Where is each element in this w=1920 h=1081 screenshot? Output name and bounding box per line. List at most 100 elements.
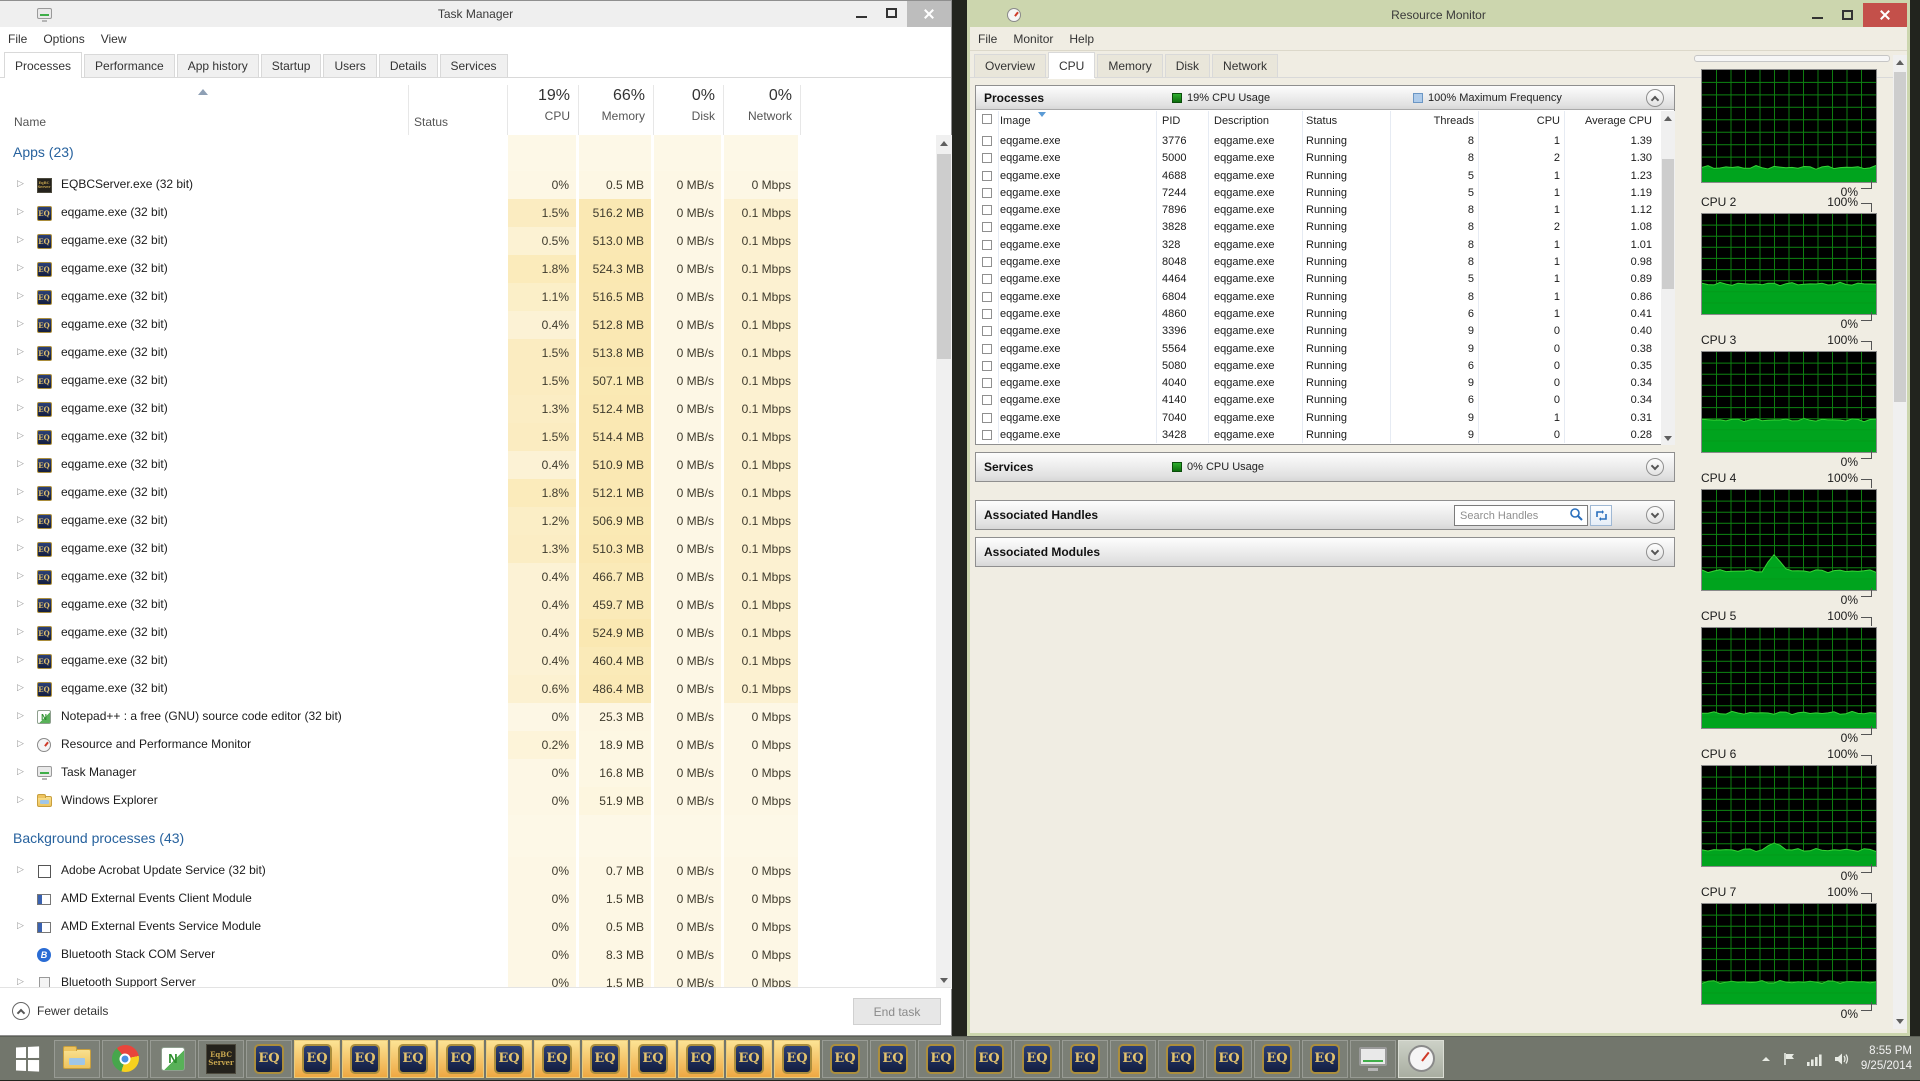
process-row[interactable]: ▷EQeqgame.exe (32 bit)1.3%510.3 MB0 MB/s… — [0, 535, 936, 563]
tm-minimize-button[interactable] — [847, 1, 877, 27]
process-row[interactable]: ▷NNotepad++ : a free (GNU) source code e… — [0, 703, 936, 731]
taskbar-button-eq-alert[interactable]: EQ — [582, 1040, 628, 1078]
process-row[interactable]: ▷EQeqgame.exe (32 bit)1.3%512.4 MB0 MB/s… — [0, 395, 936, 423]
taskbar-button-notepadpp[interactable]: N — [150, 1040, 196, 1078]
tm-menu-item-options[interactable]: Options — [35, 29, 92, 49]
row-checkbox[interactable] — [982, 222, 992, 232]
expand-arrow-icon[interactable]: ▷ — [17, 794, 24, 805]
expand-arrow-icon[interactable]: ▷ — [17, 570, 24, 581]
process-row[interactable]: ▷Task Manager0%16.8 MB0 MB/s0 Mbps — [0, 759, 936, 787]
taskbar-button-eq[interactable]: EQ — [1014, 1040, 1060, 1078]
taskbar-button-explorer[interactable] — [54, 1040, 100, 1078]
rm-column-header-cpu[interactable]: CPU — [1480, 115, 1560, 127]
process-row[interactable]: ▷Adobe Acrobat Update Service (32 bit)0%… — [0, 857, 936, 885]
process-row[interactable]: ▷EQeqgame.exe (32 bit)1.8%512.1 MB0 MB/s… — [0, 479, 936, 507]
tm-tab-startup[interactable]: Startup — [261, 54, 322, 78]
process-row[interactable]: ▷EQeqgame.exe (32 bit)0.6%486.4 MB0 MB/s… — [0, 675, 936, 703]
process-row[interactable]: ▷EQeqgame.exe (32 bit)0.4%524.9 MB0 MB/s… — [0, 619, 936, 647]
process-row[interactable]: ▷EQeqgame.exe (32 bit)1.1%516.5 MB0 MB/s… — [0, 283, 936, 311]
rm-processes-collapse-button[interactable] — [1646, 89, 1664, 107]
rm-scroll-up-icon[interactable] — [1661, 111, 1675, 125]
end-task-button[interactable]: End task — [853, 998, 941, 1025]
expand-arrow-icon[interactable]: ▷ — [17, 654, 24, 665]
expand-arrow-icon[interactable]: ▷ — [17, 178, 24, 189]
expand-arrow-icon[interactable]: ▷ — [17, 402, 24, 413]
tm-column-header-cpu[interactable]: 19%CPU — [507, 79, 577, 135]
process-row[interactable]: BBluetooth Stack COM Server0%8.3 MB0 MB/… — [0, 941, 936, 969]
taskbar-button-eq-alert[interactable]: EQ — [390, 1040, 436, 1078]
rm-handles-expand-button[interactable] — [1646, 506, 1664, 524]
row-checkbox[interactable] — [982, 413, 992, 423]
process-row[interactable]: eqgame.exe4860eqgame.exeRunning610.41 — [976, 306, 1674, 323]
row-checkbox[interactable] — [982, 344, 992, 354]
process-row[interactable]: eqgame.exe4464eqgame.exeRunning510.89 — [976, 271, 1674, 288]
row-checkbox[interactable] — [982, 326, 992, 336]
process-row[interactable]: eqgame.exe3428eqgame.exeRunning900.28 — [976, 427, 1674, 444]
process-row[interactable]: eqgame.exe7040eqgame.exeRunning910.31 — [976, 410, 1674, 427]
row-checkbox[interactable] — [982, 240, 992, 250]
rm-graphs-scroll-thumb[interactable] — [1894, 72, 1906, 402]
taskbar-button-eq-alert[interactable]: EQ — [438, 1040, 484, 1078]
taskbar-button-resourcemonitor-active[interactable] — [1398, 1040, 1444, 1078]
volume-icon[interactable] — [1834, 1052, 1850, 1066]
tm-scrollbar[interactable] — [936, 135, 952, 989]
process-row[interactable]: ▷EQeqgame.exe (32 bit)1.5%514.4 MB0 MB/s… — [0, 423, 936, 451]
tm-column-header-name[interactable]: Name — [14, 115, 46, 129]
rm-tab-overview[interactable]: Overview — [974, 54, 1046, 78]
process-row[interactable]: ▷Bluetooth Support Server0%1.5 MB0 MB/s0… — [0, 969, 936, 989]
rm-tab-disk[interactable]: Disk — [1165, 54, 1210, 78]
expand-arrow-icon[interactable]: ▷ — [17, 598, 24, 609]
process-row[interactable]: eqgame.exe5564eqgame.exeRunning900.38 — [976, 341, 1674, 358]
expand-arrow-icon[interactable]: ▷ — [17, 920, 24, 931]
rm-scroll-down-icon[interactable] — [1661, 431, 1675, 445]
refresh-handles-icon[interactable] — [1590, 505, 1612, 526]
rm-column-header-threads[interactable]: Threads — [1396, 115, 1474, 127]
tm-column-header-memory[interactable]: 66%Memory — [578, 79, 652, 135]
tm-tab-processes[interactable]: Processes — [4, 52, 82, 78]
taskbar-button-eq[interactable]: EQ — [1062, 1040, 1108, 1078]
taskbar-button-eq-alert[interactable]: EQ — [294, 1040, 340, 1078]
process-row[interactable]: ▷EQeqgame.exe (32 bit)0.4%460.4 MB0 MB/s… — [0, 647, 936, 675]
expand-arrow-icon[interactable]: ▷ — [17, 458, 24, 469]
process-row[interactable]: ▷AMD External Events Service Module0%0.5… — [0, 913, 936, 941]
start-button[interactable] — [2, 1040, 52, 1078]
process-row[interactable]: ▷Resource and Performance Monitor0.2%18.… — [0, 731, 936, 759]
expand-arrow-icon[interactable]: ▷ — [17, 318, 24, 329]
tray-overflow-chevron-icon[interactable] — [1760, 1054, 1772, 1064]
process-row[interactable]: eqgame.exe8048eqgame.exeRunning810.98 — [976, 254, 1674, 271]
taskbar-button-eq-alert[interactable]: EQ — [630, 1040, 676, 1078]
expand-arrow-icon[interactable]: ▷ — [17, 346, 24, 357]
taskbar-button-taskmanager[interactable] — [1350, 1040, 1396, 1078]
expand-arrow-icon[interactable]: ▷ — [17, 766, 24, 777]
row-checkbox[interactable] — [982, 257, 992, 267]
fewer-details-toggle[interactable]: Fewer details — [12, 1002, 108, 1020]
tm-column-header-network[interactable]: 0%Network — [723, 79, 799, 135]
rm-graphs-scrollbar[interactable] — [1893, 55, 1907, 1029]
rm-menu-item-monitor[interactable]: Monitor — [1005, 29, 1061, 49]
row-checkbox[interactable] — [982, 292, 992, 302]
row-checkbox[interactable] — [982, 309, 992, 319]
row-checkbox[interactable] — [982, 136, 992, 146]
row-checkbox[interactable] — [982, 205, 992, 215]
tm-scroll-up-icon[interactable] — [936, 135, 952, 152]
tm-menu-item-file[interactable]: File — [0, 29, 35, 49]
taskbar-button-eq[interactable]: EQ — [1302, 1040, 1348, 1078]
taskbar-button-eq-alert[interactable]: EQ — [726, 1040, 772, 1078]
process-row[interactable]: ▷EQeqgame.exe (32 bit)0.4%510.9 MB0 MB/s… — [0, 451, 936, 479]
row-checkbox[interactable] — [982, 378, 992, 388]
taskbar-button-eq-alert[interactable]: EQ — [486, 1040, 532, 1078]
rm-tab-memory[interactable]: Memory — [1097, 54, 1162, 78]
process-row[interactable]: AMD External Events Client Module0%1.5 M… — [0, 885, 936, 913]
process-row[interactable]: ▷Windows Explorer0%51.9 MB0 MB/s0 Mbps — [0, 787, 936, 815]
rm-scroll-thumb[interactable] — [1662, 159, 1674, 289]
taskbar-button-eq[interactable]: EQ — [870, 1040, 916, 1078]
expand-arrow-icon[interactable]: ▷ — [17, 486, 24, 497]
expand-arrow-icon[interactable]: ▷ — [17, 864, 24, 875]
rm-tab-network[interactable]: Network — [1212, 54, 1278, 78]
process-row[interactable]: eqgame.exe5080eqgame.exeRunning600.35 — [976, 358, 1674, 375]
tm-tab-services[interactable]: Services — [440, 54, 508, 78]
taskbar-button-eq-alert[interactable]: EQ — [534, 1040, 580, 1078]
tm-close-button[interactable] — [907, 1, 951, 27]
rm-column-header-status[interactable]: Status — [1306, 115, 1337, 127]
process-row[interactable]: ▷EQeqgame.exe (32 bit)0.4%512.8 MB0 MB/s… — [0, 311, 936, 339]
